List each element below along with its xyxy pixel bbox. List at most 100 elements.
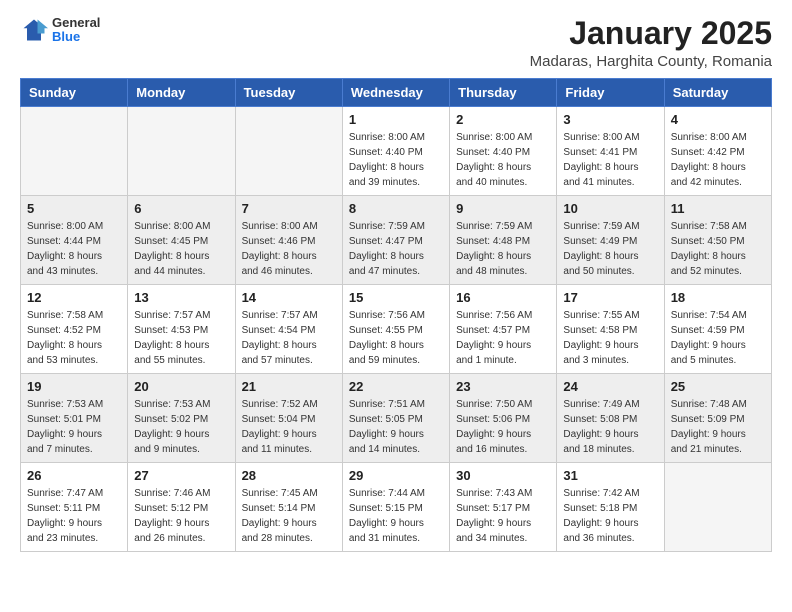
calendar-day-cell — [128, 107, 235, 196]
day-info: Sunrise: 7:59 AM Sunset: 4:48 PM Dayligh… — [456, 219, 550, 279]
day-number: 23 — [456, 379, 550, 394]
calendar-day-cell: 16 Sunrise: 7:56 AM Sunset: 4:57 PM Dayli… — [450, 285, 557, 374]
day-info: Sunrise: 7:54 AM Sunset: 4:59 PM Dayligh… — [671, 308, 765, 368]
calendar-table: SundayMondayTuesdayWednesdayThursdayFrid… — [20, 78, 772, 552]
calendar-day-cell: 4 Sunrise: 8:00 AM Sunset: 4:42 PM Daylig… — [664, 107, 771, 196]
day-info: Sunrise: 8:00 AM Sunset: 4:46 PM Dayligh… — [242, 219, 336, 279]
day-info: Sunrise: 8:00 AM Sunset: 4:40 PM Dayligh… — [456, 130, 550, 190]
calendar-day-cell: 30Sunrise: 7:43 AM Sunset: 5:17 PM Dayli… — [450, 463, 557, 552]
day-number: 18 — [671, 290, 765, 305]
day-number: 7 — [242, 201, 336, 216]
day-number: 11 — [671, 201, 765, 216]
weekday-header-wednesday: Wednesday — [342, 79, 449, 107]
calendar-day-cell: 2 Sunrise: 8:00 AM Sunset: 4:40 PM Daylig… — [450, 107, 557, 196]
logo-blue-text: Blue — [52, 30, 100, 44]
day-number: 6 — [134, 201, 228, 216]
calendar-day-cell: 6Sunrise: 8:00 AM Sunset: 4:45 PM Daylig… — [128, 196, 235, 285]
day-info: Sunrise: 7:53 AM Sunset: 5:02 PM Dayligh… — [134, 397, 228, 457]
day-number: 10 — [563, 201, 657, 216]
day-number: 20 — [134, 379, 228, 394]
weekday-header-thursday: Thursday — [450, 79, 557, 107]
day-number: 2 — [456, 112, 550, 127]
calendar-day-cell: 31 Sunrise: 7:42 AM Sunset: 5:18 PM Dayli… — [557, 463, 664, 552]
calendar-week-row: 1 Sunrise: 8:00 AM Sunset: 4:40 PM Daylig… — [21, 107, 772, 196]
day-info: Sunrise: 8:00 AM Sunset: 4:44 PM Dayligh… — [27, 219, 121, 279]
day-number: 16 — [456, 290, 550, 305]
day-number: 27 — [134, 468, 228, 483]
day-info: Sunrise: 7:59 AM Sunset: 4:49 PM Dayligh… — [563, 219, 657, 279]
day-info: Sunrise: 7:45 AM Sunset: 5:14 PM Dayligh… — [242, 486, 336, 546]
day-info: Sunrise: 8:00 AM Sunset: 4:40 PM Dayligh… — [349, 130, 443, 190]
day-number: 29 — [349, 468, 443, 483]
calendar-day-cell: 29 Sunrise: 7:44 AM Sunset: 5:15 PM Dayli… — [342, 463, 449, 552]
calendar-week-row: 12 Sunrise: 7:58 AM Sunset: 4:52 PM Dayli… — [21, 285, 772, 374]
day-number: 22 — [349, 379, 443, 394]
day-number: 12 — [27, 290, 121, 305]
weekday-header-friday: Friday — [557, 79, 664, 107]
day-info: Sunrise: 7:44 AM Sunset: 5:15 PM Dayligh… — [349, 486, 443, 546]
day-number: 4 — [671, 112, 765, 127]
day-info: Sunrise: 7:46 AM Sunset: 5:12 PM Dayligh… — [134, 486, 228, 546]
day-info: Sunrise: 7:47 AM Sunset: 5:11 PM Dayligh… — [27, 486, 121, 546]
logo: General Blue — [20, 16, 100, 45]
logo-general-text: General — [52, 16, 100, 30]
day-number: 5 — [27, 201, 121, 216]
day-info: Sunrise: 7:51 AM Sunset: 5:05 PM Dayligh… — [349, 397, 443, 457]
weekday-header-monday: Monday — [128, 79, 235, 107]
calendar-day-cell: 23 Sunrise: 7:50 AM Sunset: 5:06 PM Dayli… — [450, 374, 557, 463]
day-info: Sunrise: 7:56 AM Sunset: 4:57 PM Dayligh… — [456, 308, 550, 368]
weekday-header-sunday: Sunday — [21, 79, 128, 107]
calendar-week-row: 26 Sunrise: 7:47 AM Sunset: 5:11 PM Dayli… — [21, 463, 772, 552]
weekday-header-saturday: Saturday — [664, 79, 771, 107]
calendar-day-cell: 5 Sunrise: 8:00 AM Sunset: 4:44 PM Daylig… — [21, 196, 128, 285]
day-info: Sunrise: 7:59 AM Sunset: 4:47 PM Dayligh… — [349, 219, 443, 279]
calendar-day-cell: 21 Sunrise: 7:52 AM Sunset: 5:04 PM Dayli… — [235, 374, 342, 463]
calendar-day-cell: 13Sunrise: 7:57 AM Sunset: 4:53 PM Dayli… — [128, 285, 235, 374]
calendar-day-cell: 26 Sunrise: 7:47 AM Sunset: 5:11 PM Dayli… — [21, 463, 128, 552]
calendar-day-cell: 24Sunrise: 7:49 AM Sunset: 5:08 PM Dayli… — [557, 374, 664, 463]
page: General Blue January 2025 Madaras, Hargh… — [0, 0, 792, 572]
calendar-day-cell: 20 Sunrise: 7:53 AM Sunset: 5:02 PM Dayli… — [128, 374, 235, 463]
day-number: 24 — [563, 379, 657, 394]
weekday-header-tuesday: Tuesday — [235, 79, 342, 107]
calendar-day-cell: 3Sunrise: 8:00 AM Sunset: 4:41 PM Daylig… — [557, 107, 664, 196]
day-number: 26 — [27, 468, 121, 483]
calendar-day-cell: 12 Sunrise: 7:58 AM Sunset: 4:52 PM Dayli… — [21, 285, 128, 374]
day-info: Sunrise: 7:57 AM Sunset: 4:54 PM Dayligh… — [242, 308, 336, 368]
month-title: January 2025 — [530, 16, 772, 51]
logo-icon — [20, 16, 48, 44]
day-number: 17 — [563, 290, 657, 305]
day-info: Sunrise: 7:43 AM Sunset: 5:17 PM Dayligh… — [456, 486, 550, 546]
calendar-day-cell: 25 Sunrise: 7:48 AM Sunset: 5:09 PM Dayli… — [664, 374, 771, 463]
day-number: 14 — [242, 290, 336, 305]
calendar-week-row: 5 Sunrise: 8:00 AM Sunset: 4:44 PM Daylig… — [21, 196, 772, 285]
calendar-day-cell: 15 Sunrise: 7:56 AM Sunset: 4:55 PM Dayli… — [342, 285, 449, 374]
day-info: Sunrise: 7:57 AM Sunset: 4:53 PM Dayligh… — [134, 308, 228, 368]
day-info: Sunrise: 8:00 AM Sunset: 4:41 PM Dayligh… — [563, 130, 657, 190]
calendar-day-cell: 11 Sunrise: 7:58 AM Sunset: 4:50 PM Dayli… — [664, 196, 771, 285]
day-info: Sunrise: 7:56 AM Sunset: 4:55 PM Dayligh… — [349, 308, 443, 368]
day-number: 31 — [563, 468, 657, 483]
day-info: Sunrise: 7:42 AM Sunset: 5:18 PM Dayligh… — [563, 486, 657, 546]
day-number: 15 — [349, 290, 443, 305]
calendar-day-cell — [21, 107, 128, 196]
day-number: 9 — [456, 201, 550, 216]
day-info: Sunrise: 7:52 AM Sunset: 5:04 PM Dayligh… — [242, 397, 336, 457]
title-block: January 2025 Madaras, Harghita County, R… — [530, 16, 772, 70]
calendar-day-cell: 1 Sunrise: 8:00 AM Sunset: 4:40 PM Daylig… — [342, 107, 449, 196]
day-number: 1 — [349, 112, 443, 127]
calendar-day-cell: 7 Sunrise: 8:00 AM Sunset: 4:46 PM Daylig… — [235, 196, 342, 285]
day-number: 25 — [671, 379, 765, 394]
weekday-header-row: SundayMondayTuesdayWednesdayThursdayFrid… — [21, 79, 772, 107]
day-info: Sunrise: 7:48 AM Sunset: 5:09 PM Dayligh… — [671, 397, 765, 457]
day-number: 21 — [242, 379, 336, 394]
day-info: Sunrise: 7:50 AM Sunset: 5:06 PM Dayligh… — [456, 397, 550, 457]
calendar-day-cell: 27 Sunrise: 7:46 AM Sunset: 5:12 PM Dayli… — [128, 463, 235, 552]
calendar-day-cell: 18 Sunrise: 7:54 AM Sunset: 4:59 PM Dayli… — [664, 285, 771, 374]
day-info: Sunrise: 8:00 AM Sunset: 4:42 PM Dayligh… — [671, 130, 765, 190]
calendar-day-cell: 19Sunrise: 7:53 AM Sunset: 5:01 PM Dayli… — [21, 374, 128, 463]
day-info: Sunrise: 7:58 AM Sunset: 4:52 PM Dayligh… — [27, 308, 121, 368]
calendar-day-cell — [664, 463, 771, 552]
day-info: Sunrise: 7:53 AM Sunset: 5:01 PM Dayligh… — [27, 397, 121, 457]
day-info: Sunrise: 7:58 AM Sunset: 4:50 PM Dayligh… — [671, 219, 765, 279]
